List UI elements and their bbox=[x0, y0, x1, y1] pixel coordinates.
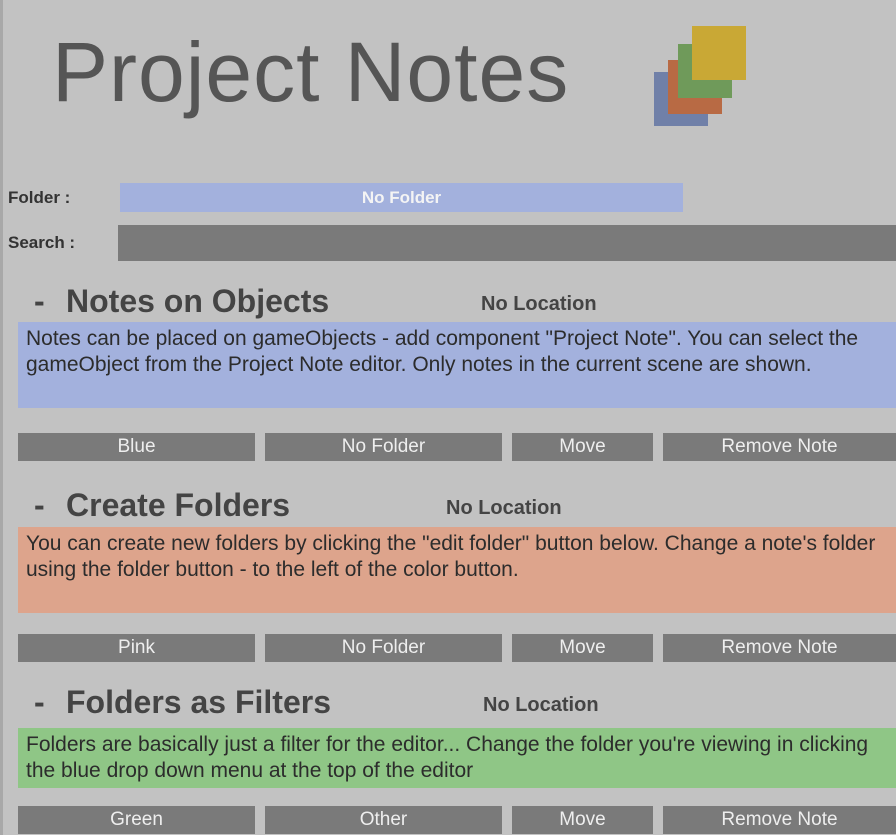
note-body[interactable]: Folders are basically just a filter for … bbox=[18, 728, 896, 788]
note-title: Folders as Filters bbox=[66, 684, 331, 720]
note-remove-button[interactable]: Remove Note bbox=[663, 806, 896, 834]
note-move-button[interactable]: Move bbox=[512, 634, 653, 662]
note-body[interactable]: Notes can be placed on gameObjects - add… bbox=[18, 322, 896, 408]
note-header: - Notes on Objects No Location bbox=[0, 283, 896, 327]
collapse-toggle[interactable]: - bbox=[34, 684, 45, 721]
note-location[interactable]: No Location bbox=[483, 694, 599, 717]
search-label: Search : bbox=[8, 233, 76, 252]
note-card: - Create Folders No Location You can cre… bbox=[0, 487, 896, 667]
note-move-button[interactable]: Move bbox=[512, 806, 653, 834]
note-folder-button[interactable]: No Folder bbox=[265, 433, 502, 461]
stacked-notes-icon bbox=[650, 22, 760, 132]
note-color-button[interactable]: Pink bbox=[18, 634, 255, 662]
collapse-toggle[interactable]: - bbox=[34, 283, 45, 320]
note-location[interactable]: No Location bbox=[481, 293, 597, 316]
note-body[interactable]: You can create new folders by clicking t… bbox=[18, 527, 896, 613]
note-title: Create Folders bbox=[66, 487, 291, 523]
note-folder-button[interactable]: Other bbox=[265, 806, 502, 834]
note-move-button[interactable]: Move bbox=[512, 433, 653, 461]
note-location[interactable]: No Location bbox=[446, 497, 562, 520]
app-title: Project Notes bbox=[52, 25, 570, 119]
note-card: - Folders as Filters No Location Folders… bbox=[0, 684, 896, 835]
header: Project Notes bbox=[0, 0, 896, 170]
folder-dropdown[interactable]: No Folder bbox=[120, 183, 683, 212]
logo-square-yellow bbox=[692, 26, 746, 80]
note-header: - Create Folders No Location bbox=[0, 487, 896, 531]
folder-label: Folder : bbox=[8, 188, 71, 207]
note-folder-button[interactable]: No Folder bbox=[265, 634, 502, 662]
note-color-button[interactable]: Blue bbox=[18, 433, 255, 461]
note-title: Notes on Objects bbox=[66, 283, 330, 319]
collapse-toggle[interactable]: - bbox=[34, 487, 45, 524]
note-remove-button[interactable]: Remove Note bbox=[663, 433, 896, 461]
note-card: - Notes on Objects No Location Notes can… bbox=[0, 283, 896, 463]
note-remove-button[interactable]: Remove Note bbox=[663, 634, 896, 662]
note-color-button[interactable]: Green bbox=[18, 806, 255, 834]
search-input[interactable] bbox=[118, 225, 896, 261]
note-header: - Folders as Filters No Location bbox=[0, 684, 896, 728]
